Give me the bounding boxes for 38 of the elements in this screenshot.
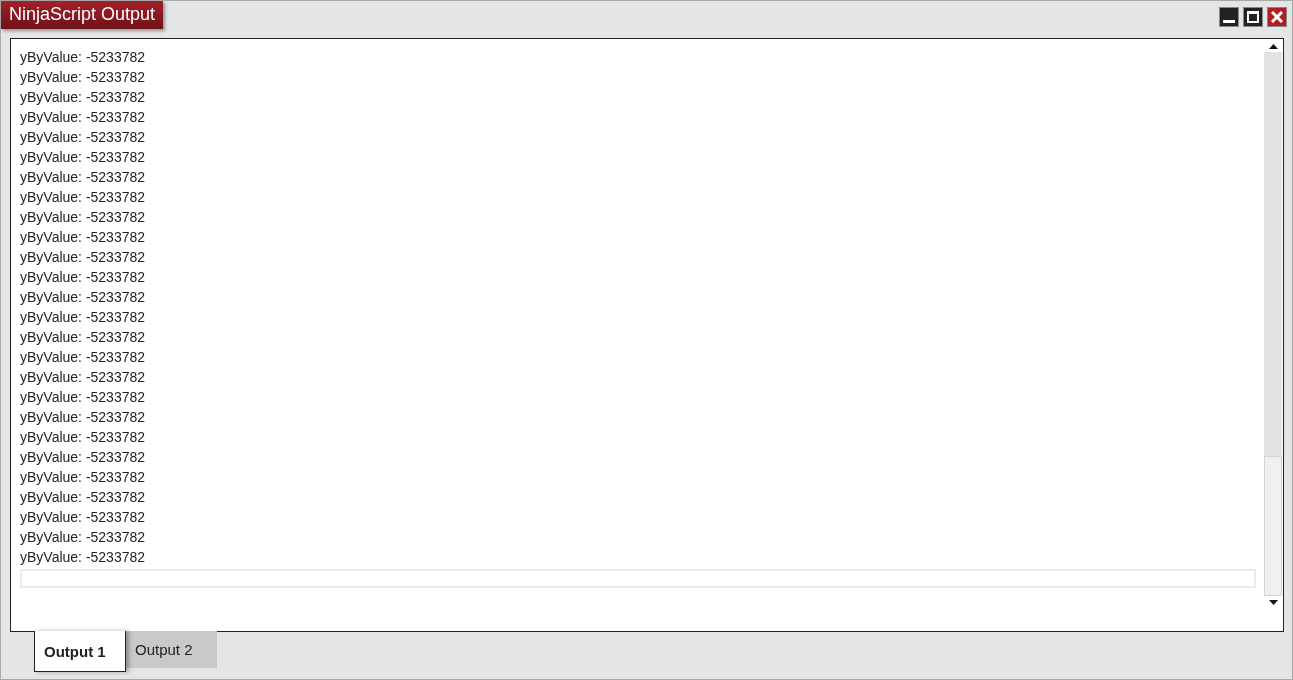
output-line: yByValue: -5233782 (20, 528, 147, 547)
close-icon (1271, 11, 1283, 23)
minimize-icon (1223, 20, 1235, 23)
output-line: yByValue: -5233782 (20, 548, 147, 567)
output-line: yByValue: -5233782 (20, 428, 147, 447)
close-button[interactable] (1267, 7, 1287, 27)
output-line: yByValue: -5233782 (20, 48, 147, 67)
window-title: NinjaScript Output (1, 1, 164, 29)
output-line: yByValue: -5233782 (20, 368, 147, 387)
output-line: yByValue: -5233782 (20, 488, 147, 507)
output-line: yByValue: -5233782 (20, 208, 147, 227)
output-line: yByValue: -5233782 (20, 168, 147, 187)
output-line: yByValue: -5233782 (20, 348, 147, 367)
output-line: yByValue: -5233782 (20, 308, 147, 327)
output-line: yByValue: -5233782 (20, 468, 147, 487)
output-line: yByValue: -5233782 (20, 448, 147, 467)
output-line: yByValue: -5233782 (20, 508, 147, 527)
output-line: yByValue: -5233782 (20, 328, 147, 347)
output-line: yByValue: -5233782 (20, 248, 147, 267)
output-line: yByValue: -5233782 (20, 88, 147, 107)
scroll-down-icon[interactable] (1268, 599, 1278, 605)
output-line: yByValue: -5233782 (20, 148, 147, 167)
output-line: yByValue: -5233782 (20, 408, 147, 427)
maximize-icon (1247, 11, 1259, 23)
scroll-up-icon[interactable] (1268, 43, 1278, 49)
output-line: yByValue: -5233782 (20, 388, 147, 407)
tab[interactable]: Output 1 (34, 631, 126, 672)
output-line: yByValue: -5233782 (20, 288, 147, 307)
output-line: yByValue: -5233782 (20, 188, 147, 207)
output-line: yByValue: -5233782 (20, 268, 147, 287)
tab[interactable]: Output 2 (126, 631, 217, 668)
output-line: yByValue: -5233782 (20, 68, 147, 87)
output-line: yByValue: -5233782 (20, 108, 147, 127)
scroll-thumb[interactable] (1264, 456, 1282, 596)
minimize-button[interactable] (1219, 7, 1239, 27)
output-line: yByValue: -5233782 (20, 228, 147, 247)
maximize-button[interactable] (1243, 7, 1263, 27)
output-line: yByValue: -5233782 (20, 128, 147, 147)
